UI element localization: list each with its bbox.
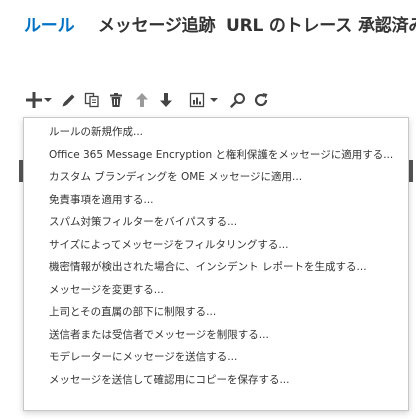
copy-button[interactable] (83, 88, 101, 112)
report-icon (189, 92, 205, 108)
menu-item-create-new-rule[interactable]: ルールの新規作成... (24, 121, 408, 144)
delete-button[interactable] (107, 88, 125, 112)
tab-message-trace[interactable]: メッセージ追跡 (98, 11, 215, 36)
menu-item-send-to-moderator[interactable]: モデレーターにメッセージを送信する... (24, 346, 408, 369)
copy-icon (84, 92, 99, 108)
add-dropdown[interactable] (44, 88, 52, 112)
refresh-button[interactable] (252, 88, 270, 112)
tab-rules[interactable]: ルール (24, 11, 75, 36)
edit-button[interactable] (60, 88, 78, 112)
menu-item-restrict-managers[interactable]: 上司とその直属の部下に制限する... (24, 301, 408, 324)
toolbar (24, 88, 324, 112)
arrow-up-icon (136, 93, 148, 107)
delete-icon (110, 93, 122, 107)
add-icon (26, 92, 42, 108)
menu-item-restrict-sender-recipient[interactable]: 送信者または受信者でメッセージを制限する... (24, 324, 408, 347)
menu-item-bypass-spam-filter[interactable]: スパム対策フィルターをバイパスする... (24, 211, 408, 234)
menu-item-incident-report[interactable]: 機密情報が検出された場合に、インシデント レポートを生成する... (24, 256, 408, 279)
menu-item-send-and-save-copy[interactable]: メッセージを送信して確認用にコピーを保存する... (24, 369, 408, 392)
add-button[interactable] (24, 88, 44, 112)
arrow-down-icon (160, 93, 172, 107)
search-icon (230, 93, 245, 108)
move-up-button[interactable] (133, 88, 151, 112)
move-down-button[interactable] (157, 88, 175, 112)
new-rule-menu: ルールの新規作成... Office 365 Message Encryptio… (23, 117, 409, 411)
menu-item-apply-encryption[interactable]: Office 365 Message Encryption と権利保護をメッセー… (24, 144, 408, 167)
search-button[interactable] (229, 88, 247, 112)
refresh-icon (254, 93, 268, 107)
menu-item-filter-by-size[interactable]: サイズによってメッセージをフィルタリングする... (24, 234, 408, 257)
edit-icon (62, 94, 75, 107)
menu-item-apply-disclaimer[interactable]: 免責事項を適用する... (24, 189, 408, 212)
chevron-down-icon (44, 98, 52, 102)
list-header-edge-right (409, 160, 413, 182)
tab-url-trace[interactable]: URL のトレース (226, 11, 352, 36)
tab-bar: ルール メッセージ追跡 URL のトレース 承認済み (0, 0, 416, 44)
menu-item-modify-messages[interactable]: メッセージを変更する... (24, 279, 408, 302)
report-dropdown[interactable] (210, 88, 218, 112)
menu-item-apply-ome-branding[interactable]: カスタム ブランディングを OME メッセージに適用... (24, 166, 408, 189)
tab-accepted[interactable]: 承認済み (358, 11, 416, 36)
chevron-down-icon (210, 98, 218, 102)
report-button[interactable] (188, 88, 206, 112)
